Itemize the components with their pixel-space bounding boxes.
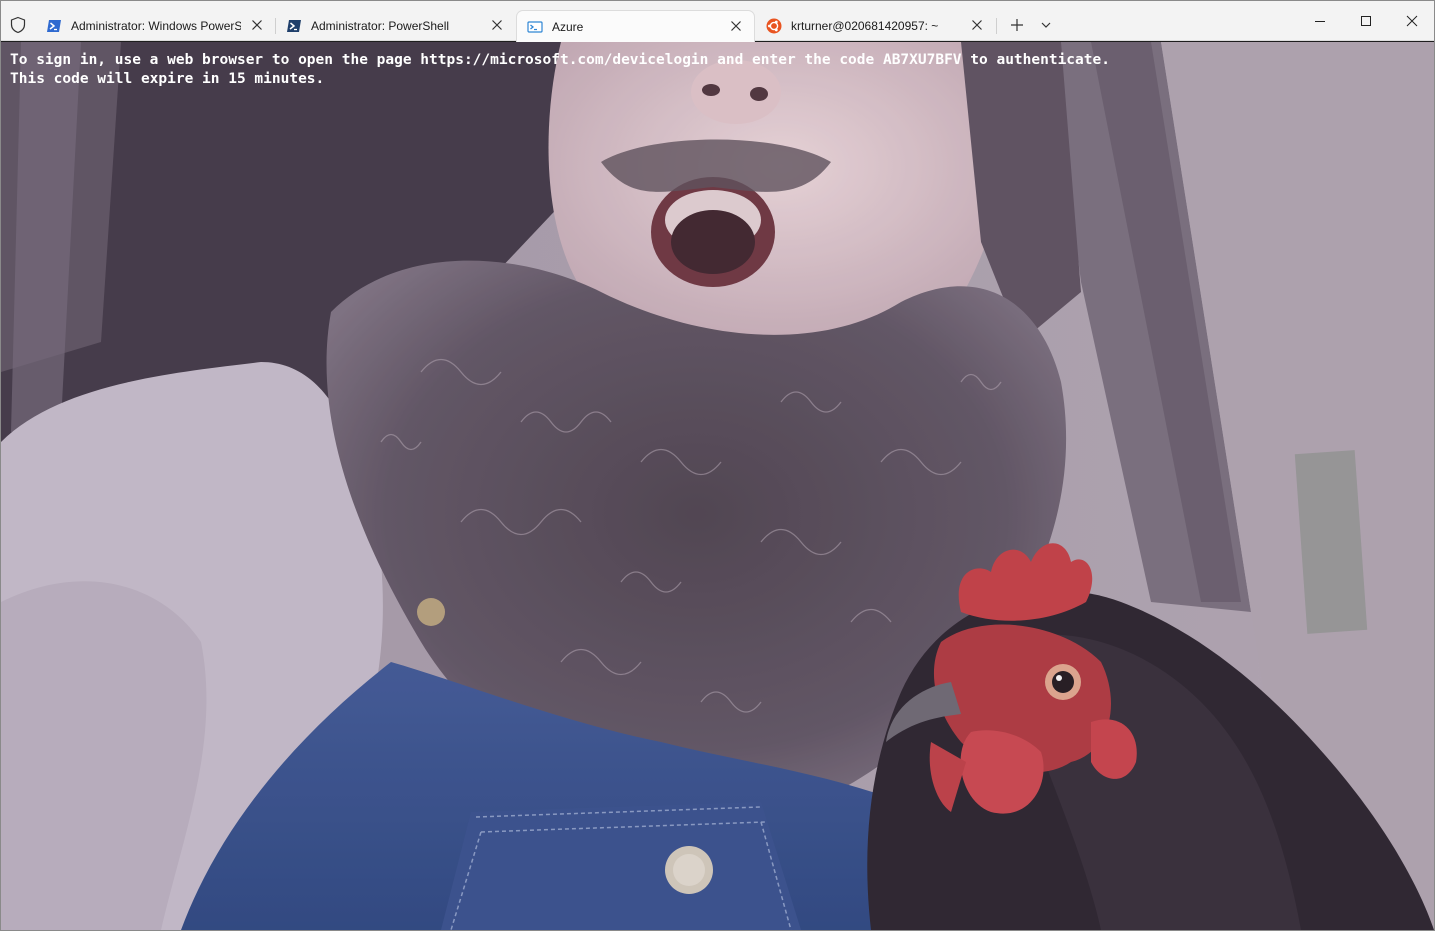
close-tab-icon[interactable] [251,19,263,31]
close-tab-icon[interactable] [730,20,742,32]
terminal-output[interactable]: To sign in, use a web browser to open th… [10,51,1110,89]
title-bar[interactable]: Administrator: Windows PowerShell Admini… [1,1,1434,42]
tab-title: Administrator: Windows PowerShell [71,19,241,33]
close-window-button[interactable] [1389,1,1434,41]
azure-cloud-shell-icon [527,21,543,33]
tab-windows-powershell[interactable]: Administrator: Windows PowerShell [36,10,275,41]
close-tab-icon[interactable] [491,19,503,31]
powershell-icon [47,20,61,32]
tab-title: Azure [552,20,584,34]
tab-title: krturner@020681420957: ~ [791,19,939,33]
terminal-line: To sign in, use a web browser to open th… [10,52,1110,68]
new-tab-dropdown-button[interactable] [1032,10,1058,40]
tab-azure[interactable]: Azure [516,10,755,42]
tab-title: Administrator: PowerShell [311,19,450,33]
shield-icon [10,16,26,34]
maximize-icon [1361,16,1371,26]
close-tab-icon[interactable] [971,19,983,31]
powershell-core-icon [287,20,301,32]
tab-divider [996,18,997,34]
chevron-down-icon [1041,22,1051,28]
ubuntu-icon [766,18,782,34]
terminal-background-image [1,42,1434,930]
terminal-line: This code will expire in 15 minutes. [10,71,325,87]
maximize-button[interactable] [1343,1,1389,41]
new-tab-button[interactable] [1002,10,1032,40]
terminal-pane[interactable]: To sign in, use a web browser to open th… [1,42,1434,930]
windows-terminal-window: Administrator: Windows PowerShell Admini… [0,0,1435,931]
close-icon [1406,15,1418,27]
plus-icon [1011,19,1023,31]
minimize-icon [1315,21,1325,22]
tab-powershell[interactable]: Administrator: PowerShell [276,10,515,41]
minimize-button[interactable] [1297,1,1343,41]
tab-ubuntu[interactable]: krturner@020681420957: ~ [756,10,995,41]
